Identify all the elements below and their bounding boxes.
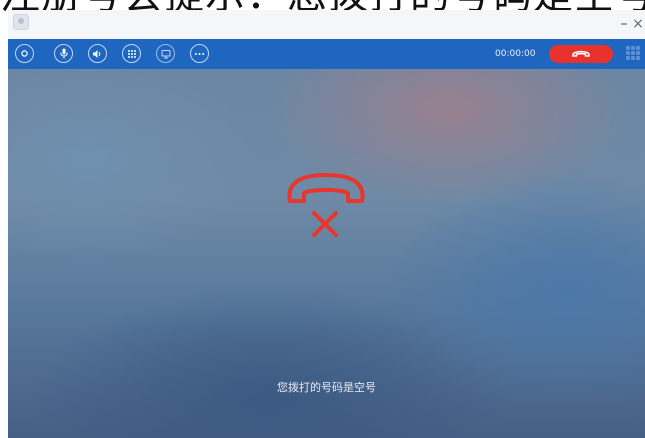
minimize-button[interactable]: – [617,15,631,33]
dialpad-button[interactable] [122,44,141,63]
more-icon [194,52,205,55]
app-icon [13,14,29,30]
screen-share-icon [161,49,170,58]
speaker-button[interactable] [88,44,107,63]
layout-grid-icon[interactable] [626,46,640,60]
call-window: – × 00:00:00 您拨打的号码是空号 [8,10,645,438]
title-bar: – × [8,10,645,39]
call-toolbar: 00:00:00 [8,39,645,69]
hangup-phone-icon [572,50,590,57]
screenshot: 注册号会提示：您拨打的号码是空号。显 – × [0,0,645,438]
dialpad-icon [127,49,136,58]
close-button[interactable]: × [631,15,645,33]
window-controls: – × [617,14,645,34]
call-failed-icon [287,173,365,237]
speaker-icon [93,49,101,58]
call-background: 您拨打的号码是空号 [8,69,645,438]
call-timer: 00:00:00 [495,49,536,59]
microphone-icon [59,48,68,59]
call-status-text: 您拨打的号码是空号 [277,381,376,394]
more-button[interactable] [190,44,209,63]
record-icon [21,50,28,57]
screen-share-button[interactable] [156,44,175,63]
record-button[interactable] [15,44,34,63]
microphone-button[interactable] [54,44,73,63]
hangup-button[interactable] [549,45,613,63]
